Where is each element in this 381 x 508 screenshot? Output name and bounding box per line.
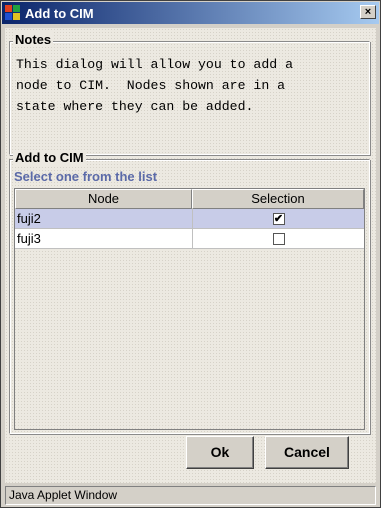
node-cell[interactable]: fuji2 — [15, 209, 192, 228]
dialog-window: Add to CIM × Notes This dialog will allo… — [0, 0, 381, 508]
checkmark-icon: ✔ — [273, 212, 284, 225]
column-header-node[interactable]: Node — [15, 189, 192, 209]
dialog-content: Notes This dialog will allow you to add … — [5, 28, 376, 483]
notes-group: Notes This dialog will allow you to add … — [9, 32, 370, 155]
table-header: Node Selection — [15, 189, 364, 209]
list-instruction: Select one from the list — [14, 169, 158, 184]
selection-checkbox[interactable]: ✔ — [272, 212, 285, 225]
notes-text: This dialog will allow you to add a node… — [16, 57, 293, 114]
title-bar[interactable]: Add to CIM × — [2, 2, 379, 24]
add-to-cim-group: Add to CIM Select one from the list Node… — [9, 150, 370, 434]
column-header-selection[interactable]: Selection — [192, 189, 364, 209]
selection-cell[interactable] — [192, 229, 364, 248]
node-table: Node Selection fuji2 ✔ fuji3 — [14, 188, 365, 430]
selection-cell[interactable]: ✔ — [192, 209, 364, 228]
cancel-button[interactable]: Cancel — [265, 436, 349, 469]
ok-button[interactable]: Ok — [186, 436, 254, 469]
java-app-icon — [5, 5, 21, 21]
window-title: Add to CIM — [25, 5, 94, 21]
table-row[interactable]: fuji2 ✔ — [15, 209, 364, 229]
status-bar: Java Applet Window — [5, 486, 376, 505]
close-icon: × — [364, 6, 372, 18]
close-button[interactable]: × — [360, 5, 376, 19]
selection-checkbox[interactable] — [272, 232, 285, 245]
add-to-cim-group-title: Add to CIM — [13, 150, 86, 165]
notes-group-title: Notes — [13, 32, 54, 47]
table-row[interactable]: fuji3 — [15, 229, 364, 249]
node-cell[interactable]: fuji3 — [15, 229, 192, 248]
